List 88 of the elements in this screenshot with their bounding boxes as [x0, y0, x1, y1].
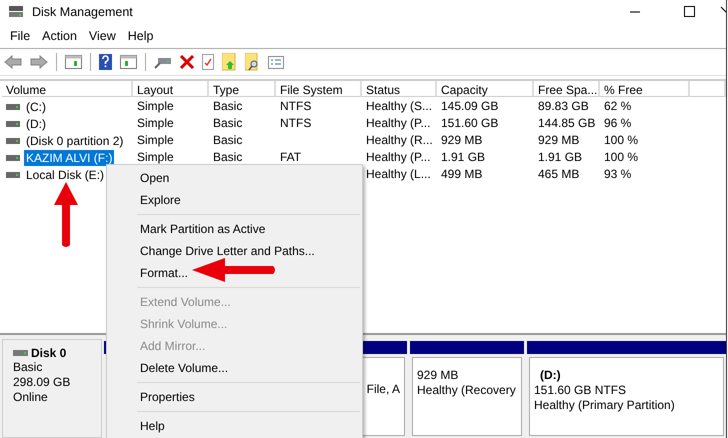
partition-detail: 929 MB: [417, 368, 460, 383]
disk-detail: 298.09 GB: [13, 375, 72, 390]
drive-icon: [6, 154, 20, 160]
table-cell-text: 145.09 GB: [440, 98, 500, 115]
drive-name[interactable]: KAZIM ALVI (F:): [24, 150, 114, 166]
table-cell-text: 144.85 GB: [537, 115, 596, 132]
menu-item[interactable]: Help: [107, 415, 362, 437]
partition-detail: Healthy (Primary Partition): [534, 398, 676, 413]
connect-icon[interactable]: [154, 55, 172, 69]
menu-item[interactable]: Delete Volume...: [107, 357, 362, 379]
table-cell-text: Healthy (P...: [365, 149, 432, 166]
table-cell-text: 100 %: [603, 132, 640, 149]
table-cell-text: Healthy (L...: [365, 166, 432, 183]
table-cell-text: Healthy (P...: [365, 115, 432, 132]
table-cell-text: Simple: [136, 115, 175, 132]
drive-icon: [6, 120, 20, 126]
menu-item[interactable]: Change Drive Letter and Paths...: [107, 240, 362, 262]
menu-item[interactable]: Mark Partition as Active: [107, 218, 362, 240]
partition-box[interactable]: 929 MB Healthy (Recovery: [412, 357, 522, 436]
table-cell-text: NTFS: [279, 115, 312, 132]
table-cell-text: 151.60 GB: [440, 115, 500, 132]
drive-name[interactable]: (Disk 0 partition 2): [24, 132, 126, 148]
column-header[interactable]: Layout: [133, 81, 209, 97]
partition-detail: Healthy (Recovery: [417, 383, 517, 398]
table-cell-text: 1.91 GB: [440, 149, 486, 166]
partition-detail: 151.60 GB NTFS: [534, 383, 628, 398]
disk-drive-icon: [13, 350, 28, 356]
window-title: Disk Management: [32, 5, 133, 19]
column-header[interactable]: Status: [362, 81, 437, 97]
table-cell-text: Healthy (R...: [365, 132, 434, 149]
drive-name[interactable]: Local Disk (E:): [24, 166, 106, 182]
disk-name: Disk 0: [31, 346, 66, 360]
folder-up-icon[interactable]: [222, 53, 237, 71]
drive-name[interactable]: (C:): [24, 98, 48, 114]
table-cell-text: Healthy (S...: [365, 98, 434, 115]
help-icon[interactable]: [99, 54, 112, 70]
column-header[interactable]: Free Spa...: [534, 81, 600, 97]
table-cell-text: 465 MB: [537, 166, 580, 183]
table-cell-text: NTFS: [279, 98, 312, 115]
column-header[interactable]: Volume: [2, 81, 133, 97]
menu-item[interactable]: Format...: [107, 262, 362, 284]
drive-name[interactable]: (D:): [24, 116, 48, 132]
table-cell-text: Simple: [136, 132, 175, 149]
disk-drive-icon: [8, 5, 24, 19]
folder-search-icon[interactable]: [245, 53, 260, 71]
menu-item[interactable]: Help: [122, 29, 160, 43]
table-cell-text: FAT: [279, 149, 302, 166]
menu-item[interactable]: Open: [107, 167, 362, 189]
column-header[interactable]: Capacity: [437, 81, 534, 97]
partition-box[interactable]: (D:) 151.60 GB NTFS Healthy (Primary Partition): [529, 357, 724, 436]
table-cell-text: 929 MB: [440, 132, 484, 149]
table-cell-text: 96 %: [603, 115, 632, 132]
table-cell-text: Basic: [212, 98, 244, 115]
table-cell-text: Basic: [212, 149, 244, 166]
menu-item[interactable]: Explore: [107, 189, 362, 211]
panel-icon[interactable]: [120, 55, 137, 69]
disk-detail: Online: [13, 390, 49, 405]
table-cell-text: 93 %: [603, 166, 632, 183]
table-cell-text: Simple: [136, 149, 175, 166]
table-cell-text: Basic: [212, 132, 244, 149]
column-header[interactable]: Type: [209, 81, 276, 97]
menu-item[interactable]: View: [82, 29, 122, 43]
partition-label: (D:): [539, 368, 562, 383]
arrow-drawing: [53, 181, 79, 249]
table-cell-text: 100 %: [603, 149, 640, 166]
drive-icon: [6, 172, 20, 178]
menu-item[interactable]: Properties: [107, 386, 362, 408]
table-cell-text: 1.91 GB: [537, 149, 584, 166]
drive-icon: [6, 104, 20, 110]
table-cell-text: Basic: [212, 115, 244, 132]
table-cell-text: 62 %: [603, 98, 632, 115]
menu-item[interactable]: File: [4, 29, 36, 43]
table-cell-text: 499 MB: [440, 166, 484, 183]
table-cell-text: Simple: [136, 98, 175, 115]
panel-icon[interactable]: [65, 55, 82, 69]
checklist-icon[interactable]: [268, 56, 284, 68]
column-header[interactable]: % Free: [600, 81, 690, 97]
partition-detail: File, A: [366, 382, 400, 397]
delete-icon[interactable]: [180, 55, 194, 69]
back-arrow-icon[interactable]: [4, 55, 22, 69]
check-document-icon[interactable]: [202, 54, 214, 70]
forward-arrow-icon[interactable]: [30, 55, 48, 69]
drive-icon: [6, 138, 20, 144]
disk-detail: Basic: [13, 360, 44, 375]
table-cell-text: 929 MB: [537, 132, 580, 149]
table-cell-text: 89.83 GB: [537, 98, 590, 115]
menu-item[interactable]: Action: [36, 29, 83, 43]
column-header[interactable]: File System: [276, 81, 362, 97]
